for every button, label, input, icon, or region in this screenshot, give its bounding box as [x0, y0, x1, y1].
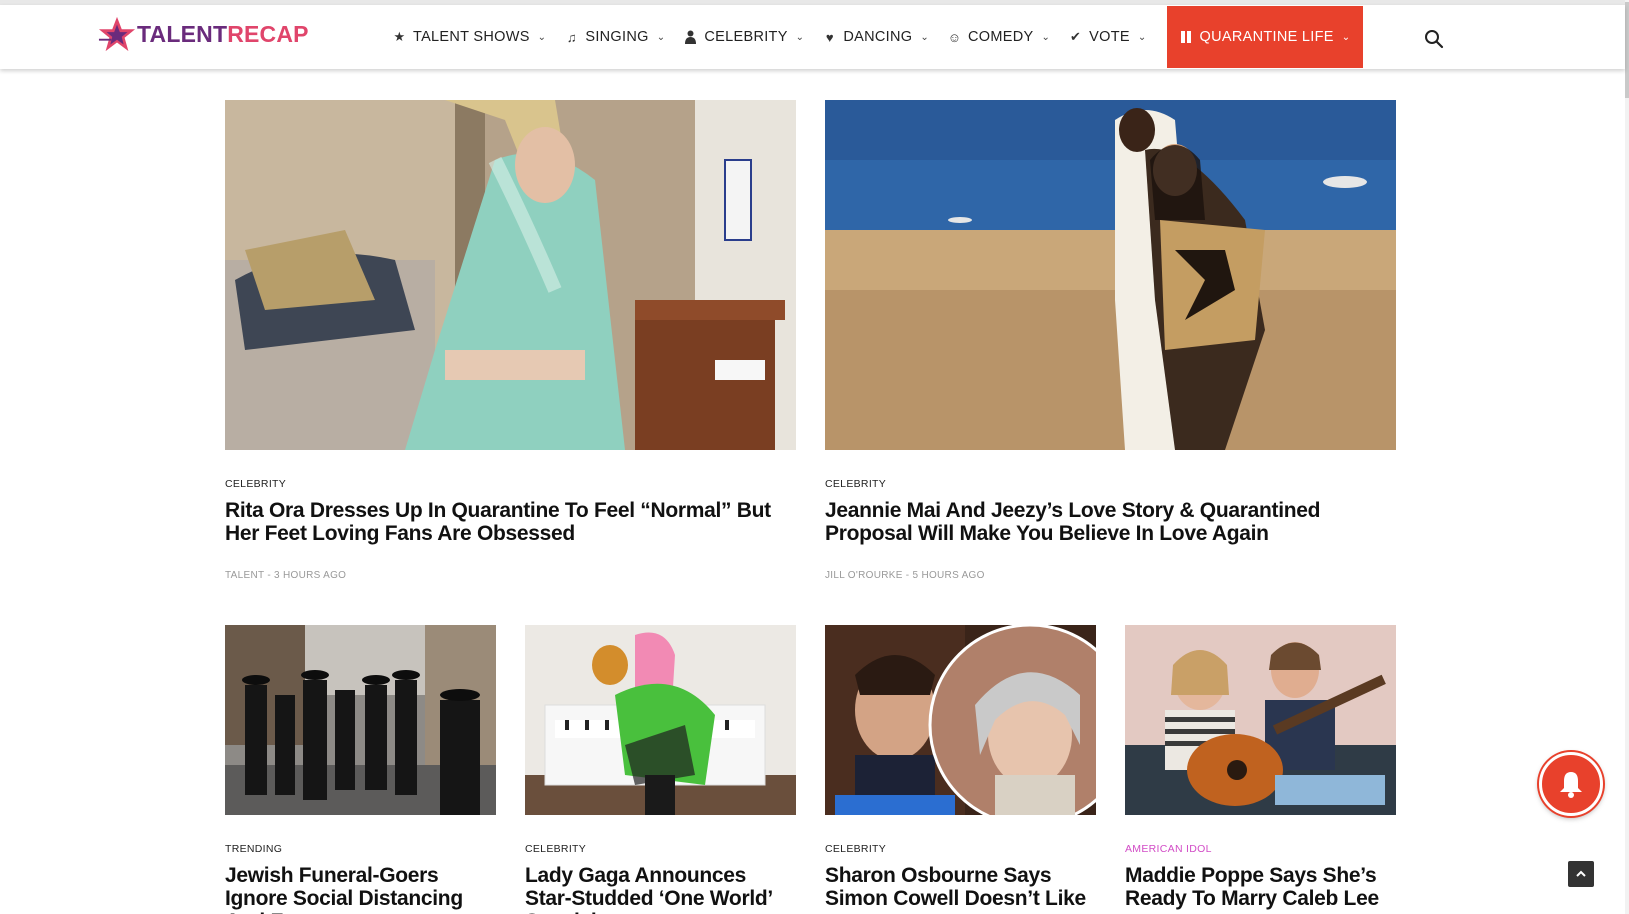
article-author[interactable]: TALENT [225, 570, 264, 581]
article-category[interactable]: CELEBRITY [525, 843, 586, 855]
pause-icon [1179, 30, 1194, 45]
search-icon [1425, 30, 1444, 49]
article-title[interactable]: Lady Gaga Announces Star-Studded ‘One Wo… [525, 864, 797, 914]
meta-separator: - [905, 570, 913, 581]
person-icon [683, 30, 698, 45]
nav-celebrity[interactable]: CELEBRITY ⌄ [683, 5, 804, 69]
article-image[interactable] [225, 100, 796, 450]
chevron-down-icon: ⌄ [537, 31, 547, 43]
scrollbar-thumb[interactable] [1625, 2, 1629, 98]
article-image[interactable] [1125, 625, 1396, 815]
nav-singing[interactable]: ♫ SINGING ⌄ [564, 5, 665, 69]
article-title[interactable]: Jeannie Mai And Jeezy’s Love Story & Qua… [825, 499, 1397, 545]
nav-singing-label: SINGING [585, 29, 649, 45]
nav-talent-shows-label: TALENT SHOWS [413, 29, 530, 45]
article-image[interactable] [225, 625, 496, 815]
article-title[interactable]: Maddie Poppe Says She’s Ready To Marry C… [1125, 864, 1397, 910]
scrollbar-track[interactable] [1625, 0, 1629, 914]
chevron-down-icon: ⌄ [795, 31, 805, 43]
article-title[interactable]: Jewish Funeral-Goers Ignore Social Dista… [225, 864, 497, 914]
nav-dancing[interactable]: ♥ DANCING ⌄ [822, 5, 929, 69]
article-title[interactable]: Sharon Osbourne Says Simon Cowell Doesn’… [825, 864, 1097, 910]
featured-article-2[interactable]: CELEBRITY Jeannie Mai And Jeezy’s Love S… [825, 100, 1397, 581]
grid-article-4[interactable]: AMERICAN IDOL Maddie Poppe Says She’s Re… [1125, 625, 1396, 914]
article-meta: TALENT - 3 HOURS AGO [225, 570, 346, 581]
article-time: 3 HOURS AGO [274, 570, 347, 581]
check-icon: ✔ [1070, 29, 1082, 44]
search-button[interactable] [1424, 29, 1444, 49]
article-category[interactable]: TRENDING [225, 843, 282, 855]
article-image[interactable] [825, 625, 1096, 815]
nav-comedy-label: COMEDY [968, 29, 1034, 45]
nav-comedy[interactable]: ☺ COMEDY ⌄ [947, 5, 1050, 69]
main-nav: ★ TALENT SHOWS ⌄ ♫ SINGING ⌄ CELEBRITY ⌄… [392, 5, 1381, 69]
logo-text-recap: RECAP [227, 20, 309, 47]
nav-dancing-label: DANCING [843, 29, 913, 45]
chevron-down-icon: ⌄ [920, 31, 930, 43]
site-header: TALENTRECAP ★ TALENT SHOWS ⌄ ♫ SINGING ⌄… [0, 5, 1625, 69]
site-logo[interactable]: TALENTRECAP [98, 14, 309, 54]
nav-quarantine-life[interactable]: QUARANTINE LIFE ⌄ [1166, 6, 1364, 68]
chevron-down-icon: ⌄ [1041, 31, 1051, 43]
article-meta: JILL O'ROURKE - 5 HOURS AGO [825, 570, 985, 581]
article-category[interactable]: CELEBRITY [825, 478, 886, 490]
nav-celebrity-label: CELEBRITY [704, 29, 788, 45]
star-icon: ★ [393, 29, 406, 44]
bell-icon [1560, 772, 1582, 798]
article-category[interactable]: AMERICAN IDOL [1125, 843, 1212, 855]
grid-article-3[interactable]: CELEBRITY Sharon Osbourne Says Simon Cow… [825, 625, 1096, 914]
article-category[interactable]: CELEBRITY [225, 478, 286, 490]
article-image[interactable] [825, 100, 1396, 450]
chevron-up-icon [1576, 870, 1586, 877]
logo-text: TALENTRECAP [137, 21, 309, 48]
featured-article-1[interactable]: CELEBRITY Rita Ora Dresses Up In Quarant… [225, 100, 797, 581]
nav-quarantine-life-label: QUARANTINE LIFE [1199, 29, 1334, 45]
nav-talent-shows[interactable]: ★ TALENT SHOWS ⌄ [392, 5, 547, 69]
grid-article-2[interactable]: CELEBRITY Lady Gaga Announces Star-Studd… [525, 625, 796, 914]
star-logo-icon [98, 16, 136, 52]
article-image[interactable] [525, 625, 796, 815]
chevron-down-icon: ⌄ [1137, 31, 1147, 43]
music-note-icon: ♫ [566, 29, 577, 45]
article-title[interactable]: Rita Ora Dresses Up In Quarantine To Fee… [225, 499, 797, 545]
back-to-top-button[interactable] [1568, 861, 1594, 887]
nav-vote[interactable]: ✔ VOTE ⌄ [1068, 5, 1146, 69]
logo-text-talent: TALENT [137, 20, 228, 47]
article-category[interactable]: CELEBRITY [825, 843, 886, 855]
smiley-icon: ☺ [947, 29, 962, 45]
nav-vote-label: VOTE [1089, 29, 1130, 45]
grid-article-1[interactable]: TRENDING Jewish Funeral-Goers Ignore Soc… [225, 625, 496, 914]
chevron-down-icon: ⌄ [656, 31, 666, 43]
chevron-down-icon: ⌄ [1341, 31, 1351, 43]
heart-icon: ♥ [825, 29, 834, 45]
notification-bell-button[interactable] [1539, 752, 1603, 816]
article-time: 5 HOURS AGO [912, 570, 985, 581]
article-author[interactable]: JILL O'ROURKE [825, 570, 903, 581]
